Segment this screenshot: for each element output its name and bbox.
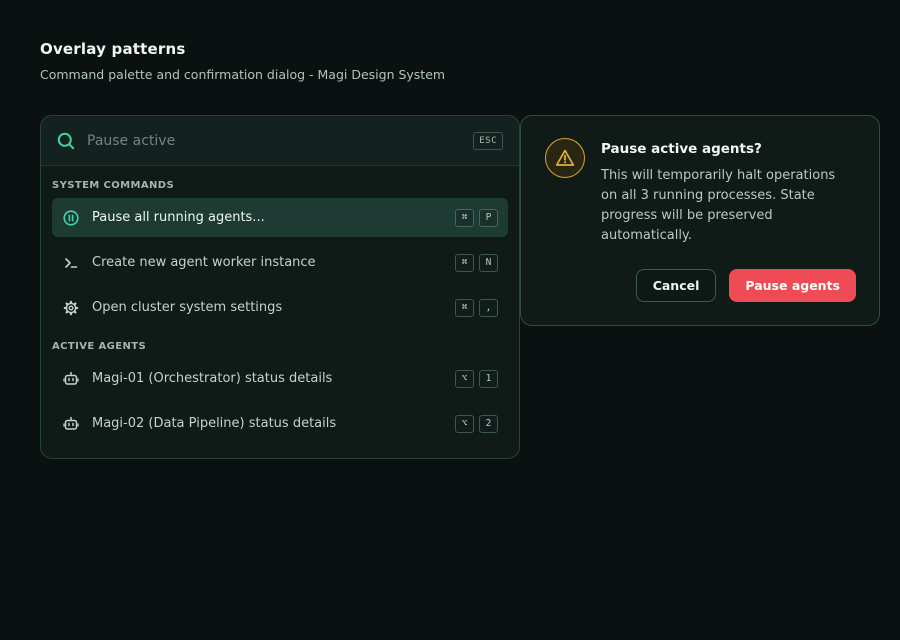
dialog-title: Pause active agents? bbox=[601, 141, 762, 157]
shortcut-key: ⌘ bbox=[455, 208, 474, 227]
command-pause-all-agents[interactable]: Pause all running agents... ⌘ P bbox=[52, 198, 508, 237]
shortcut-key: ⌥ bbox=[455, 414, 474, 433]
robot-icon bbox=[62, 370, 80, 388]
pause-circle-icon bbox=[62, 209, 80, 227]
page-subtitle: Command palette and confirmation dialog … bbox=[40, 67, 446, 82]
dialog-body: Pause active agents? This will temporari… bbox=[545, 138, 855, 246]
agent-label: Magi-01 (Orchestrator) status details bbox=[92, 371, 333, 386]
search-row: ESC bbox=[41, 116, 519, 166]
pause-agents-button[interactable]: Pause agents bbox=[729, 269, 856, 302]
shortcut-keys: ⌘ , bbox=[455, 298, 498, 317]
robot-icon bbox=[62, 415, 80, 433]
shortcut-key: 2 bbox=[479, 414, 498, 433]
command-label: Open cluster system settings bbox=[92, 300, 283, 315]
dialog-message: This will temporarily halt operations on… bbox=[601, 168, 836, 243]
page-header: Overlay patterns Command palette and con… bbox=[40, 40, 445, 82]
command-palette: ESC SYSTEM COMMANDS Pause all running ag… bbox=[40, 115, 520, 459]
active-agents-list: Magi-01 (Orchestrator) status details ⌥ … bbox=[41, 359, 519, 443]
shortcut-key: 1 bbox=[479, 369, 498, 388]
shortcut-keys: ⌘ P bbox=[455, 208, 498, 227]
system-commands-list: Pause all running agents... ⌘ P Create n… bbox=[41, 198, 519, 327]
shortcut-key: , bbox=[479, 298, 498, 317]
command-open-cluster-settings[interactable]: Open cluster system settings ⌘ , bbox=[52, 288, 508, 327]
shortcut-keys: ⌘ N bbox=[455, 253, 498, 272]
shortcut-key: ⌥ bbox=[455, 369, 474, 388]
shortcut-key: N bbox=[479, 253, 498, 272]
command-label: Pause all running agents... bbox=[92, 210, 265, 225]
cancel-button[interactable]: Cancel bbox=[635, 269, 717, 302]
command-label: Create new agent worker instance bbox=[92, 255, 316, 270]
section-label-system-commands: SYSTEM COMMANDS bbox=[52, 180, 175, 191]
command-create-agent-worker[interactable]: Create new agent worker instance ⌘ N bbox=[52, 243, 508, 282]
esc-key-badge[interactable]: ESC bbox=[473, 131, 503, 150]
agent-magi-02-details[interactable]: Magi-02 (Data Pipeline) status details ⌥… bbox=[52, 404, 508, 443]
gear-icon bbox=[62, 299, 80, 317]
page-title: Overlay patterns bbox=[40, 40, 186, 58]
shortcut-keys: ⌥ 1 bbox=[455, 369, 498, 388]
agent-magi-01-details[interactable]: Magi-01 (Orchestrator) status details ⌥ … bbox=[52, 359, 508, 398]
dialog-text: Pause active agents? This will temporari… bbox=[601, 138, 849, 246]
shortcut-key: P bbox=[479, 208, 498, 227]
shortcut-key: ⌘ bbox=[455, 253, 474, 272]
warning-icon-badge bbox=[545, 138, 585, 178]
confirmation-dialog: Pause active agents? This will temporari… bbox=[520, 115, 880, 326]
section-label-active-agents: ACTIVE AGENTS bbox=[52, 341, 147, 352]
shortcut-key: ⌘ bbox=[455, 298, 474, 317]
dialog-actions: Cancel Pause agents bbox=[635, 269, 856, 302]
terminal-icon bbox=[62, 254, 80, 272]
search-icon bbox=[57, 132, 75, 150]
search-input[interactable] bbox=[87, 132, 474, 149]
warning-icon bbox=[555, 149, 575, 166]
agent-label: Magi-02 (Data Pipeline) status details bbox=[92, 416, 337, 431]
shortcut-keys: ⌥ 2 bbox=[455, 414, 498, 433]
